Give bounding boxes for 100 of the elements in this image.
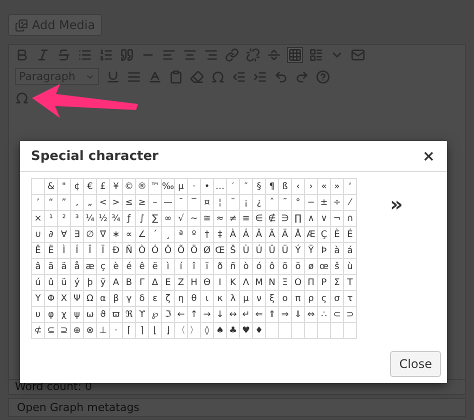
text-color-icon[interactable] bbox=[148, 70, 162, 84]
character-cell[interactable]: Θ bbox=[201, 275, 214, 291]
character-cell[interactable]: λ bbox=[227, 291, 240, 307]
character-cell[interactable]: Λ bbox=[240, 275, 253, 291]
character-cell[interactable]: 〉 bbox=[188, 323, 201, 339]
character-cell[interactable]: Κ bbox=[227, 275, 240, 291]
character-cell[interactable]: ≈ bbox=[214, 211, 227, 227]
character-cell[interactable]: ç bbox=[97, 259, 110, 275]
character-cell[interactable]: Ü bbox=[279, 243, 292, 259]
character-cell[interactable]: χ bbox=[58, 307, 71, 323]
character-cell[interactable]: Ρ bbox=[318, 275, 331, 291]
character-cell[interactable]: º bbox=[188, 227, 201, 243]
character-cell[interactable]: ² bbox=[58, 211, 71, 227]
character-cell[interactable]: Þ bbox=[318, 243, 331, 259]
character-cell[interactable]: ⇐ bbox=[253, 307, 266, 323]
character-cell[interactable]: œ bbox=[318, 259, 331, 275]
character-cell[interactable]: § bbox=[253, 179, 266, 195]
character-cell[interactable]: ñ bbox=[227, 259, 240, 275]
character-cell[interactable]: ∝ bbox=[123, 227, 136, 243]
character-cell[interactable]: ï bbox=[201, 259, 214, 275]
character-cell[interactable]: × bbox=[32, 211, 45, 227]
character-cell[interactable]: ∋ bbox=[279, 211, 292, 227]
character-cell[interactable]: ⁄ bbox=[344, 195, 357, 211]
character-cell[interactable]: ¿ bbox=[253, 195, 266, 211]
close-button[interactable]: × bbox=[422, 147, 435, 165]
character-cell[interactable]: κ bbox=[214, 291, 227, 307]
close-button[interactable]: Close bbox=[390, 351, 441, 377]
character-cell[interactable]: Ô bbox=[162, 243, 175, 259]
character-cell[interactable]: > bbox=[110, 195, 123, 211]
character-cell[interactable]: ‘ bbox=[344, 179, 357, 195]
character-cell[interactable]: Π bbox=[305, 275, 318, 291]
character-cell[interactable]: Á bbox=[240, 227, 253, 243]
eraser-icon[interactable] bbox=[190, 70, 204, 84]
character-cell[interactable]: ‚ bbox=[71, 195, 84, 211]
character-cell[interactable]: « bbox=[318, 179, 331, 195]
character-cell[interactable]: ρ bbox=[305, 291, 318, 307]
character-cell[interactable]: ♥ bbox=[240, 323, 253, 339]
character-cell[interactable]: ¾ bbox=[110, 211, 123, 227]
character-cell[interactable]: µ bbox=[175, 179, 188, 195]
character-cell[interactable]: › bbox=[305, 179, 318, 195]
character-cell[interactable]: Í bbox=[71, 243, 84, 259]
character-cell[interactable]: è bbox=[110, 259, 123, 275]
character-cell[interactable]: Ñ bbox=[123, 243, 136, 259]
align-left-icon[interactable] bbox=[162, 48, 176, 62]
indent-icon[interactable] bbox=[253, 70, 268, 84]
character-cell[interactable]: ë bbox=[149, 259, 162, 275]
character-cell[interactable]: ⌉ bbox=[136, 323, 149, 339]
character-cell[interactable]: ∉ bbox=[266, 211, 279, 227]
character-cell[interactable]: £ bbox=[97, 179, 110, 195]
character-cell[interactable]: ∇ bbox=[97, 227, 110, 243]
character-cell[interactable]: ∩ bbox=[344, 211, 357, 227]
character-cell[interactable]: ⊇ bbox=[58, 323, 71, 339]
character-cell[interactable]: š bbox=[331, 259, 344, 275]
grid-icon[interactable] bbox=[288, 48, 302, 62]
character-cell[interactable]: Α bbox=[110, 275, 123, 291]
character-cell[interactable]: υ bbox=[32, 307, 45, 323]
align-center-icon[interactable] bbox=[183, 48, 197, 62]
character-cell[interactable]: „ bbox=[84, 195, 97, 211]
character-cell[interactable]: “ bbox=[45, 195, 58, 211]
character-cell[interactable]: ‡ bbox=[214, 227, 227, 243]
character-cell[interactable]: â bbox=[32, 259, 45, 275]
character-cell[interactable]: ò bbox=[240, 259, 253, 275]
character-cell[interactable]: ∏ bbox=[292, 211, 305, 227]
character-cell[interactable]: ¹ bbox=[45, 211, 58, 227]
character-cell[interactable]: ã bbox=[45, 259, 58, 275]
outdent-icon[interactable] bbox=[232, 70, 246, 84]
character-cell[interactable]: ↔ bbox=[227, 307, 240, 323]
italic-icon[interactable] bbox=[36, 48, 50, 62]
character-cell[interactable]: ® bbox=[136, 179, 149, 195]
character-cell[interactable]: ≠ bbox=[227, 211, 240, 227]
character-cell[interactable]: Τ bbox=[344, 275, 357, 291]
character-cell[interactable]: ϒ bbox=[136, 307, 149, 323]
character-cell[interactable]: Ψ bbox=[71, 291, 84, 307]
character-cell[interactable]: € bbox=[84, 179, 97, 195]
character-cell[interactable]: η bbox=[175, 291, 188, 307]
character-cell[interactable]: Ε bbox=[162, 275, 175, 291]
character-cell[interactable]: ¨ bbox=[227, 195, 240, 211]
character-cell[interactable]: Ù bbox=[240, 243, 253, 259]
character-cell[interactable]: ∫ bbox=[136, 211, 149, 227]
character-cell[interactable]: Î bbox=[84, 243, 97, 259]
character-cell[interactable]: ¡ bbox=[240, 195, 253, 211]
character-cell[interactable]: Ò bbox=[136, 243, 149, 259]
character-cell[interactable]: ⊄ bbox=[32, 323, 45, 339]
character-cell[interactable]: ± bbox=[318, 195, 331, 211]
character-cell[interactable]: È bbox=[331, 227, 344, 243]
redo-icon[interactable] bbox=[295, 70, 310, 84]
character-cell[interactable]: γ bbox=[123, 291, 136, 307]
character-cell[interactable]: → bbox=[201, 307, 214, 323]
character-cell[interactable]: ƒ bbox=[123, 211, 136, 227]
character-cell[interactable]: ∂ bbox=[45, 227, 58, 243]
character-cell[interactable]: … bbox=[214, 179, 227, 195]
character-cell[interactable]: ∑ bbox=[149, 211, 162, 227]
character-cell[interactable]: Ω bbox=[84, 291, 97, 307]
character-cell[interactable]: ¦ bbox=[214, 195, 227, 211]
character-cell[interactable]: ♣ bbox=[227, 323, 240, 339]
character-cell[interactable]: ∴ bbox=[318, 307, 331, 323]
undo-icon[interactable] bbox=[274, 70, 288, 84]
character-cell[interactable]: < bbox=[97, 195, 110, 211]
character-cell[interactable]: ¬ bbox=[331, 211, 344, 227]
character-cell[interactable]: ä bbox=[58, 259, 71, 275]
